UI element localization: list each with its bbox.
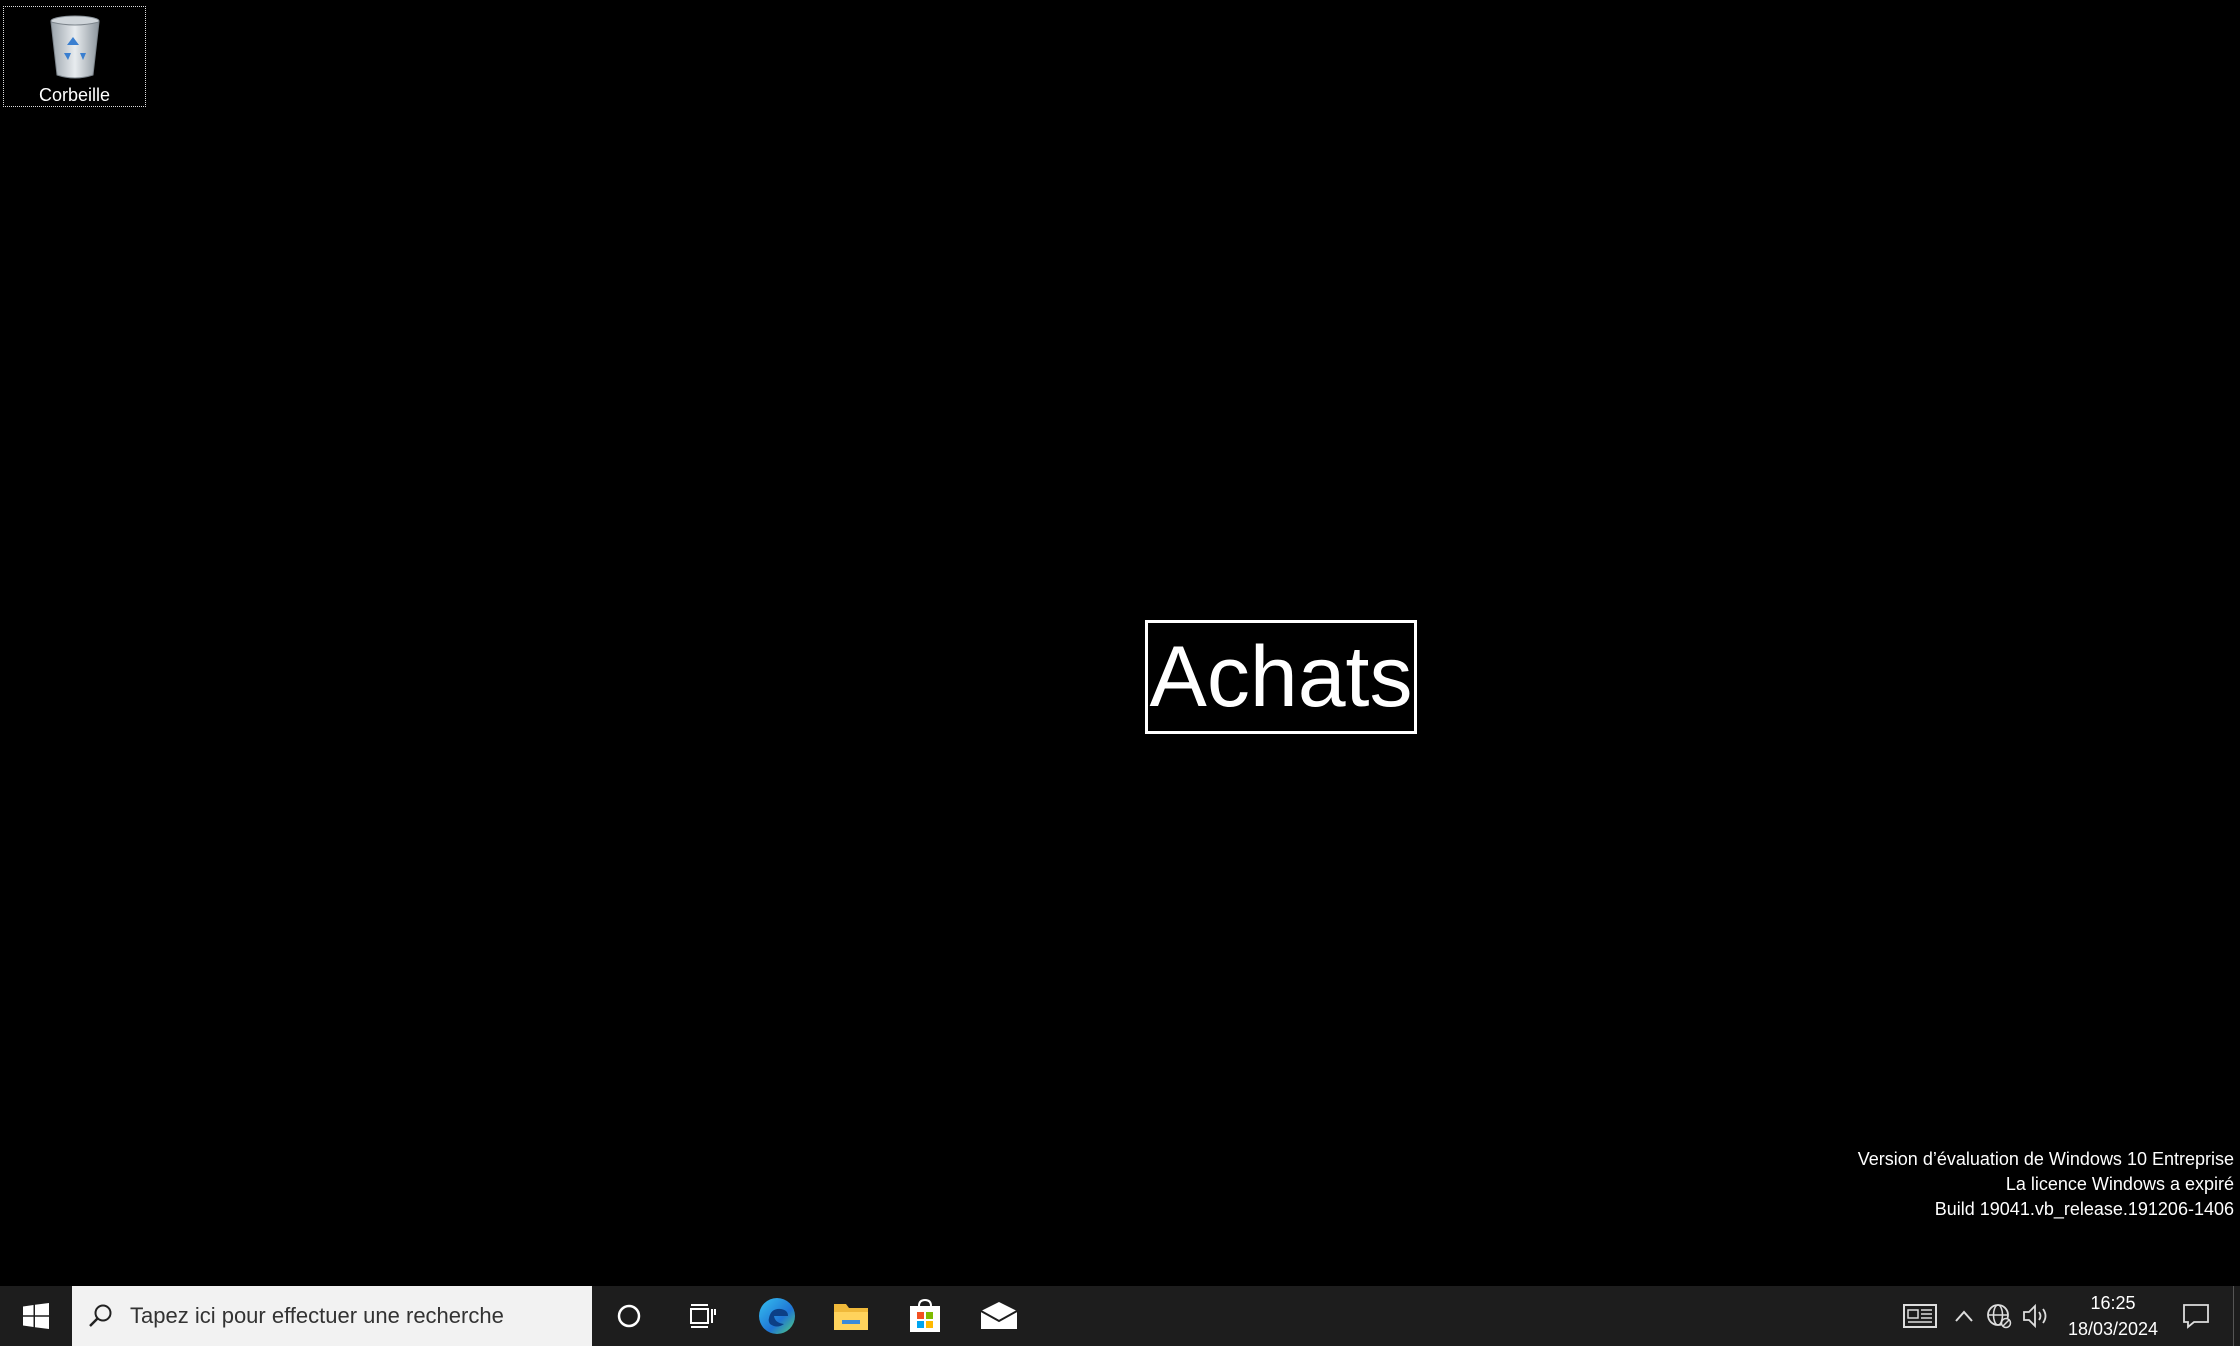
globe-icon — [1987, 1304, 2012, 1329]
desktop-icon-recycle-bin[interactable]: Corbeille — [3, 6, 146, 107]
taskbar: Tapez ici pour effectuer une recherche 1… — [0, 1286, 2240, 1346]
recycle-bin-icon — [49, 15, 100, 79]
task-view-icon — [690, 1304, 716, 1328]
watermark-line-1: Version d’évaluation de Windows 10 Entre… — [1857, 1149, 2234, 1169]
show-desktop-button[interactable] — [2233, 1286, 2240, 1346]
recycle-bin-label: Corbeille — [38, 85, 111, 105]
network-button[interactable] — [1981, 1286, 2017, 1346]
clock[interactable]: 16:25 18/03/2024 — [2063, 1290, 2163, 1342]
volume-button[interactable] — [2017, 1286, 2053, 1346]
store-button[interactable] — [888, 1286, 962, 1346]
news-button[interactable] — [1893, 1286, 1947, 1346]
notification-icon — [2183, 1304, 2209, 1329]
watermark-line-2: La licence Windows a expiré — [2005, 1174, 2234, 1194]
desktop: Corbeille Achats Version d’évaluation de… — [0, 0, 2240, 1286]
edge-icon — [759, 1298, 795, 1334]
mail-button[interactable] — [962, 1286, 1036, 1346]
store-icon — [910, 1298, 940, 1332]
clock-date: 18/03/2024 — [2067, 1319, 2159, 1339]
mail-icon — [980, 1302, 1018, 1329]
search-icon — [89, 1304, 112, 1327]
search-placeholder: Tapez ici pour effectuer une recherche — [130, 1303, 504, 1328]
center-label: Achats — [1145, 620, 1417, 734]
windows-logo-icon — [23, 1303, 49, 1329]
cortana-button[interactable] — [592, 1286, 666, 1346]
file-explorer-button[interactable] — [814, 1286, 888, 1346]
watermark-line-3: Build 19041.vb_release.191206-1406 — [1934, 1199, 2234, 1219]
show-hidden-icons-button[interactable] — [1947, 1286, 1981, 1346]
task-view-button[interactable] — [666, 1286, 740, 1346]
file-explorer-icon — [834, 1304, 868, 1330]
search-box[interactable]: Tapez ici pour effectuer une recherche — [72, 1286, 592, 1346]
speaker-icon — [2023, 1303, 2047, 1329]
start-button[interactable] — [0, 1286, 72, 1346]
edge-button[interactable] — [740, 1286, 814, 1346]
action-center-button[interactable] — [2173, 1286, 2219, 1346]
news-icon — [1903, 1304, 1937, 1328]
clock-time: 16:25 — [2090, 1293, 2136, 1313]
system-tray: 16:25 18/03/2024 — [1893, 1286, 2240, 1346]
cortana-icon — [617, 1304, 641, 1328]
activation-watermark: Version d’évaluation de Windows 10 Entre… — [1858, 1147, 2234, 1222]
chevron-up-icon — [1955, 1310, 1973, 1322]
